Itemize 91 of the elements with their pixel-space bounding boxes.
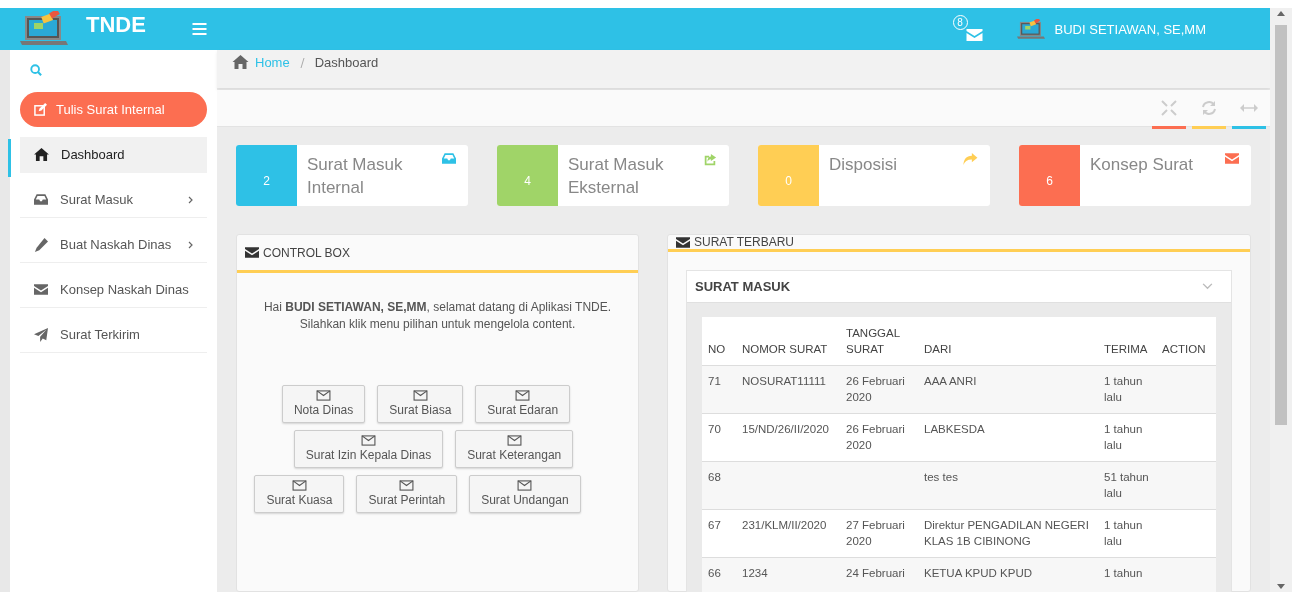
column-header: DARI	[918, 317, 1098, 366]
column-header: ACTION	[1156, 317, 1216, 366]
forward-arrow-icon	[962, 153, 978, 166]
laptop-envelopes-icon	[20, 11, 68, 47]
table-cell: 1234	[742, 567, 768, 579]
paper-plane-icon	[34, 327, 48, 342]
inbox-tray-icon	[34, 194, 48, 205]
edit-icon	[34, 103, 47, 116]
envelope-icon	[965, 29, 983, 41]
chevron-down-icon[interactable]	[1202, 283, 1213, 290]
table-cell: 231/KLM/II/2020	[742, 519, 827, 531]
table-cell: 71	[708, 375, 721, 387]
sidebar-item[interactable]: Surat Masuk	[20, 182, 207, 218]
sidebar-item[interactable]: Surat Terkirim	[20, 317, 207, 353]
letter-type-button[interactable]: Nota Dinas	[281, 385, 366, 423]
sidebar-item[interactable]: Konsep Naskah Dinas	[20, 272, 207, 308]
table-cell: 24 Februari	[846, 567, 905, 579]
section-title: SURAT MASUK	[695, 279, 791, 294]
stat-title: Konsep Surat	[1090, 154, 1193, 176]
envelope-icon	[245, 247, 259, 258]
column-header: TANGGAL SURAT	[840, 317, 918, 366]
table-cell: 51 tahun lalu	[1104, 471, 1149, 499]
stat-title: Disposisi	[829, 154, 898, 176]
letter-type-button[interactable]: Surat Biasa	[377, 385, 464, 423]
column-header: TERIMA	[1098, 317, 1156, 366]
table-cell: 26 Februari 2020	[846, 423, 905, 451]
stat-title: Surat Masuk Internal	[307, 154, 404, 199]
inbox-tray-icon	[442, 153, 456, 164]
breadcrumb-current: Dashboard	[314, 55, 379, 70]
expand-icon[interactable]	[1161, 100, 1177, 116]
table-cell: 1 tahun	[1104, 567, 1143, 579]
table-cell: 70	[708, 423, 721, 435]
stat-count: 6	[1019, 145, 1080, 206]
refresh-icon[interactable]	[1201, 100, 1217, 116]
table-cell: Direktur PENGADILAN NEGERI KLAS 1B CIBINONG	[924, 519, 1089, 547]
table-cell: tes tes	[924, 471, 958, 483]
scrollbar[interactable]	[1270, 8, 1292, 592]
envelope-icon	[291, 480, 307, 491]
letter-type-button[interactable]: Surat Perintah	[356, 475, 458, 513]
envelope-icon	[316, 390, 332, 401]
sidebar-item[interactable]: Dashboard	[20, 137, 207, 173]
stat-count: 4	[497, 145, 558, 206]
envelope-icon	[517, 480, 533, 491]
envelope-icon	[399, 480, 415, 491]
panel-title: CONTROL BOX	[263, 245, 350, 260]
envelope-icon	[1225, 153, 1239, 164]
envelope-icon	[412, 390, 428, 401]
envelope-icon	[515, 390, 531, 401]
table-cell: 66	[708, 567, 721, 579]
search-icon[interactable]	[30, 64, 42, 76]
app-logo-text: TNDE	[86, 12, 146, 38]
breadcrumb-separator-icon	[299, 58, 305, 68]
welcome-text: Hai BUDI SETIAWAN, SE,MM, selamat datang di Aplikasi TNDE. Silahkan klik menu pilihan untuk mengelola content.	[262, 299, 613, 333]
letter-type-button[interactable]: Surat Kuasa	[254, 475, 345, 513]
laptop-envelopes-icon	[1016, 18, 1045, 40]
letter-type-button[interactable]: Surat Edaran	[475, 385, 571, 423]
sidebar-item[interactable]: Buat Naskah Dinas	[20, 227, 207, 263]
envelope-icon	[506, 435, 522, 446]
stat-card[interactable]: 6 Konsep Surat	[1019, 145, 1251, 206]
home-icon	[34, 148, 49, 161]
table-cell: 26 Februari 2020	[846, 375, 905, 403]
menu-icon[interactable]	[191, 23, 207, 35]
table-cell: 15/ND/26/II/2020	[742, 423, 829, 435]
home-icon	[232, 55, 249, 69]
table-cell: 67	[708, 519, 721, 531]
letter-type-button[interactable]: Surat Keterangan	[455, 430, 574, 468]
envelope-icon	[676, 236, 690, 248]
stat-card[interactable]: 0 Disposisi	[758, 145, 990, 206]
letter-type-button[interactable]: Surat Izin Kepala Dinas	[293, 430, 444, 468]
table-cell: LABKESDA	[924, 423, 985, 435]
column-header: NO	[702, 317, 736, 366]
envelope-icon	[34, 284, 48, 295]
pencil-icon	[34, 237, 48, 252]
stat-count: 2	[236, 145, 297, 206]
table-cell: 68	[708, 471, 721, 483]
stat-title: Surat Masuk Eksternal	[568, 154, 665, 199]
letter-type-button[interactable]: Surat Undangan	[469, 475, 581, 513]
table-cell: KETUA KPUD KPUD	[924, 567, 1032, 579]
column-header: NOMOR SURAT	[736, 317, 840, 366]
table-cell: 1 tahun lalu	[1104, 423, 1143, 451]
stat-card[interactable]: 4 Surat Masuk Eksternal	[497, 145, 729, 206]
stat-count: 0	[758, 145, 819, 206]
horizontal-arrows-icon[interactable]	[1240, 103, 1258, 113]
table-cell: AAA ANRI	[924, 375, 977, 387]
table-cell: NOSURAT11111	[742, 375, 826, 387]
table-cell: 1 tahun lalu	[1104, 519, 1143, 547]
panel-title: SURAT TERBARU	[694, 235, 795, 249]
table-cell: 27 Februari 2020	[846, 519, 905, 547]
stat-card[interactable]: 2 Surat Masuk Internal	[236, 145, 468, 206]
envelope-icon	[360, 435, 376, 446]
table-cell: 1 tahun lalu	[1104, 375, 1143, 403]
